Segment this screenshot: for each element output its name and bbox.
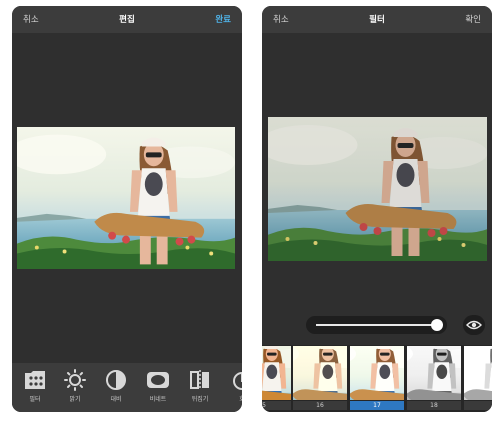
photo-preview [17, 127, 235, 269]
tool-contrast[interactable]: 대비 [98, 369, 134, 403]
tool-label: 뒤집기 [191, 396, 209, 403]
edit-toolbar: 필터 밝기 대비 비네트 뒤집기 [12, 363, 242, 412]
filter-preview [350, 346, 404, 400]
photo-preview [268, 117, 487, 261]
tool-label: 필터 [29, 396, 41, 403]
filter-thumb[interactable] [464, 346, 492, 410]
cancel-button[interactable]: 취소 [23, 13, 39, 25]
page-title: 편집 [119, 15, 135, 25]
filter-screen: 취소 필터 확인 5 16 17 18 [262, 6, 492, 412]
page-title: 필터 [369, 15, 385, 25]
vignette-icon [147, 372, 169, 388]
tool-rotate[interactable]: 회 [224, 369, 242, 403]
filter-strip[interactable]: 5 16 17 18 [262, 345, 492, 412]
cancel-button[interactable]: 취소 [273, 13, 289, 25]
flip-icon [190, 370, 209, 390]
tool-label: 밝기 [69, 396, 81, 403]
filter-thumb[interactable]: 18 [407, 346, 461, 410]
filter-preview [293, 346, 347, 400]
edit-screen: 취소 편집 완료 필터 밝기 대비 비네트 뒤집기 [12, 6, 242, 412]
eye-icon [466, 320, 482, 330]
filter-thumb[interactable]: 16 [293, 346, 347, 410]
confirm-button[interactable]: 확인 [465, 13, 481, 25]
tool-label: 비네트 [149, 396, 167, 403]
brightness-icon [64, 369, 86, 391]
intensity-row [262, 312, 492, 340]
tool-label: 대비 [110, 396, 122, 403]
filter-number: 18 [407, 401, 461, 410]
contrast-icon [106, 370, 126, 390]
intensity-slider[interactable] [306, 316, 447, 334]
filter-preview [407, 346, 461, 400]
compare-button[interactable] [463, 315, 485, 335]
filter-number [464, 401, 492, 410]
filter-number: 16 [293, 401, 347, 410]
filter-top-bar: 취소 필터 확인 [262, 6, 492, 33]
edit-top-bar: 취소 편집 완료 [12, 6, 242, 33]
filter-icon [25, 371, 45, 389]
filter-preview [464, 346, 492, 400]
filter-thumb-selected[interactable]: 17 [350, 346, 404, 410]
filter-number: 5 [262, 401, 291, 410]
filter-number: 17 [350, 401, 404, 410]
tool-filter[interactable]: 필터 [17, 369, 53, 403]
tool-vignette[interactable]: 비네트 [140, 369, 176, 403]
rotate-icon [233, 371, 242, 390]
tool-flip[interactable]: 뒤집기 [182, 369, 218, 403]
filter-thumb[interactable]: 5 [262, 346, 291, 410]
tool-brightness[interactable]: 밝기 [57, 369, 93, 403]
tool-label: 회 [224, 394, 242, 403]
slider-track [316, 324, 437, 326]
filter-preview [262, 346, 291, 400]
done-button[interactable]: 완료 [215, 13, 231, 25]
slider-handle[interactable] [431, 319, 443, 331]
